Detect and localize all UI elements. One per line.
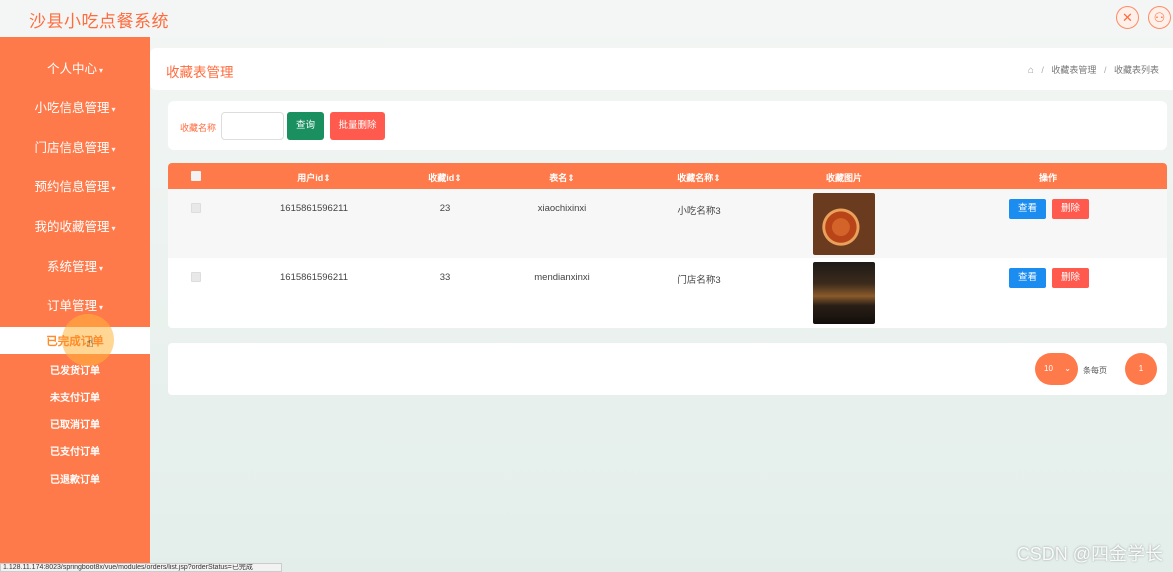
sidebar-item-orders[interactable]: 订单管理 ▾ <box>0 295 150 317</box>
table-row: 1615861596211 23 xiaochixinxi 小吃名称3 查看 删… <box>168 189 1167 258</box>
chevron-down-icon: ▾ <box>111 184 116 193</box>
column-header-table-name[interactable]: 表名⇕ <box>549 171 575 184</box>
sidebar-item-label: 预约信息管理 <box>34 180 110 194</box>
breadcrumb-separator: / <box>1103 65 1107 75</box>
breadcrumb: ⌂ / 收藏表管理 / 收藏表列表 <box>1028 63 1159 76</box>
chevron-down-icon: ▾ <box>99 66 104 75</box>
sidebar-item-label: 系统管理 <box>46 260 97 274</box>
sidebar-item-label: 订单管理 <box>46 299 97 313</box>
submenu-item-shipped-orders[interactable]: 已发货订单 <box>0 362 150 377</box>
sidebar-item-label: 个人中心 <box>46 62 97 76</box>
column-header-fav-id[interactable]: 收藏id⇕ <box>428 171 462 184</box>
cell-fav-name: 小吃名称3 <box>677 206 721 217</box>
submenu-item-unpaid-orders[interactable]: 未支付订单 <box>0 389 150 404</box>
submenu-item-cancelled-orders[interactable]: 已取消订单 <box>0 416 150 431</box>
fav-image-store <box>813 262 875 324</box>
search-label: 收藏名称 <box>180 123 217 133</box>
sidebar-item-personal-center[interactable]: 个人中心 ▾ <box>0 58 150 80</box>
page-size-select[interactable]: 10 ⌄ <box>1035 353 1078 385</box>
page-title: 收藏表管理 <box>166 65 234 80</box>
chevron-down-icon: ▾ <box>111 224 116 233</box>
pagination: 10 ⌄ 条每页 1 <box>168 343 1167 395</box>
submenu-item-paid-orders[interactable]: 已支付订单 <box>0 443 150 458</box>
chevron-down-icon: ▾ <box>99 264 104 273</box>
search-card: 收藏名称 查询 批量删除 <box>168 101 1167 150</box>
sidebar-item-store-info[interactable]: 门店信息管理 ▾ <box>0 137 150 159</box>
column-header-user-id[interactable]: 用户id⇕ <box>297 171 331 184</box>
chevron-down-icon: ▾ <box>99 303 104 312</box>
delete-button[interactable]: 删除 <box>1052 199 1089 219</box>
delete-button[interactable]: 删除 <box>1052 268 1089 288</box>
cell-user-id: 1615861596211 <box>280 203 348 214</box>
row-checkbox[interactable] <box>191 203 201 213</box>
submenu-item-completed-orders[interactable]: 已完成订单 ☝ <box>0 314 150 366</box>
cell-fav-name: 门店名称3 <box>677 275 721 286</box>
sidebar-item-reservation-info[interactable]: 预约信息管理 ▾ <box>0 176 150 198</box>
breadcrumb-item[interactable]: 收藏表管理 <box>1051 65 1096 75</box>
sidebar-item-label: 门店信息管理 <box>34 141 110 155</box>
sidebar-item-label: 小吃信息管理 <box>34 101 110 115</box>
row-checkbox[interactable] <box>191 272 201 282</box>
cell-table-name: mendianxinxi <box>534 272 590 283</box>
cell-fav-id: 23 <box>439 203 451 214</box>
page-size-value: 10 <box>1044 364 1053 373</box>
query-button[interactable]: 查询 <box>287 112 324 140</box>
user-icon[interactable]: ⚇ <box>1148 6 1171 29</box>
app-title: 沙县小吃点餐系统 <box>29 12 169 31</box>
chevron-down-icon: ▾ <box>111 105 116 114</box>
submenu-item-label: 已完成订单 <box>46 336 104 348</box>
chevron-down-icon: ▾ <box>111 145 116 154</box>
view-button[interactable]: 查看 <box>1009 199 1046 219</box>
sidebar-item-favorites[interactable]: 我的收藏管理 ▾ <box>0 216 150 238</box>
watermark: CSDN @四金学长 <box>1016 544 1163 564</box>
view-button[interactable]: 查看 <box>1009 268 1046 288</box>
table-row: 1615861596211 33 mendianxinxi 门店名称3 查看 删… <box>168 258 1167 327</box>
sidebar-item-system[interactable]: 系统管理 ▾ <box>0 256 150 278</box>
breadcrumb-separator: / <box>1041 65 1044 75</box>
batch-delete-button[interactable]: 批量删除 <box>330 112 385 140</box>
sidebar-item-snack-info[interactable]: 小吃信息管理 ▾ <box>0 97 150 119</box>
table-header: 用户id⇕ 收藏id⇕ 表名⇕ 收藏名称⇕ 收藏图片 操作 <box>168 163 1167 189</box>
cell-user-id: 1615861596211 <box>280 272 348 283</box>
top-bar: 沙县小吃点餐系统 ✕ ⚇ <box>0 0 1173 37</box>
cell-fav-id: 33 <box>439 272 451 283</box>
cell-table-name: xiaochixinxi <box>537 203 587 214</box>
per-page-label: 条每页 <box>1083 366 1107 375</box>
chevron-down-icon: ⌄ <box>1064 364 1071 373</box>
page-header: 收藏表管理 ⌂ / 收藏表管理 / 收藏表列表 <box>150 48 1173 90</box>
fav-image-food <box>813 193 875 255</box>
submenu-item-refunded-orders[interactable]: 已退款订单 <box>0 471 150 486</box>
sidebar-item-label: 我的收藏管理 <box>34 220 110 234</box>
sidebar: 个人中心 ▾ 小吃信息管理 ▾ 门店信息管理 ▾ 预约信息管理 ▾ 我的收藏管理 ▾ 系统… <box>0 37 150 572</box>
column-header-fav-image: 收藏图片 <box>825 173 863 183</box>
hand-cursor-icon: ☝ <box>86 335 94 350</box>
home-icon[interactable]: ⌂ <box>1028 65 1034 76</box>
column-header-actions: 操作 <box>1038 173 1058 183</box>
page-number-button[interactable]: 1 <box>1125 353 1157 385</box>
status-url: 1.128.11.174:8023/springboot8x/vue/modul… <box>0 563 282 572</box>
column-header-fav-name[interactable]: 收藏名称⇕ <box>677 171 721 184</box>
select-all-checkbox[interactable] <box>191 171 201 181</box>
fullscreen-icon[interactable]: ✕ <box>1116 6 1139 29</box>
data-table: 用户id⇕ 收藏id⇕ 表名⇕ 收藏名称⇕ 收藏图片 操作 1615861596… <box>168 163 1167 328</box>
breadcrumb-item-current: 收藏表列表 <box>1113 65 1159 75</box>
search-input[interactable] <box>221 112 284 140</box>
